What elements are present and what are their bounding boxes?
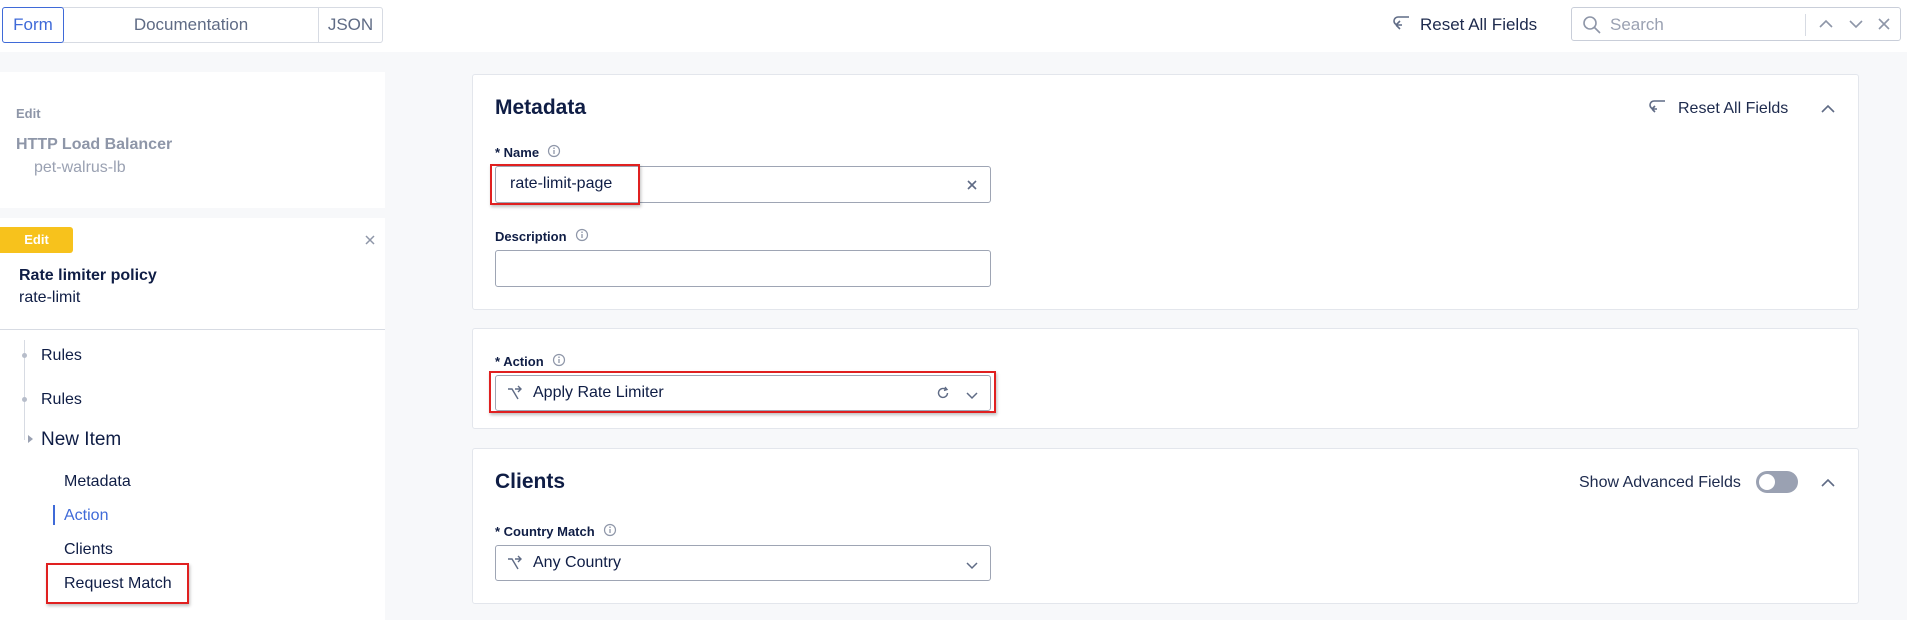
highlight-box bbox=[489, 371, 996, 413]
reset-icon bbox=[1392, 14, 1412, 37]
metadata-title: Metadata bbox=[495, 96, 587, 119]
description-label-text: Description bbox=[495, 229, 567, 244]
policy-title: Rate limiter policy bbox=[19, 267, 157, 284]
divider bbox=[0, 329, 385, 330]
action-label: * Action bbox=[495, 353, 566, 370]
view-tabs: Form Documentation JSON bbox=[2, 7, 383, 43]
name-label: * Name bbox=[495, 144, 561, 161]
reset-all-fields-label: Reset All Fields bbox=[1678, 99, 1789, 117]
search-box bbox=[1571, 7, 1901, 41]
reset-icon bbox=[1648, 97, 1668, 120]
chevron-up-icon[interactable] bbox=[1819, 100, 1837, 123]
active-indicator bbox=[53, 505, 55, 525]
action-label-text: * Action bbox=[495, 354, 544, 369]
tab-json[interactable]: JSON bbox=[319, 8, 382, 42]
tree-item-rules[interactable]: Rules bbox=[41, 391, 82, 409]
description-label: Description bbox=[495, 228, 589, 245]
reset-all-fields-button[interactable]: Reset All Fields bbox=[1648, 97, 1788, 120]
branch-icon bbox=[506, 555, 524, 578]
top-bar: Form Documentation JSON Reset All Fields bbox=[0, 0, 1907, 52]
lb-name: pet-walrus-lb bbox=[34, 159, 126, 176]
nav-item-clients[interactable]: Clients bbox=[64, 541, 113, 559]
lb-title[interactable]: HTTP Load Balancer bbox=[16, 136, 172, 154]
name-label-text: * Name bbox=[495, 145, 540, 160]
clear-icon[interactable] bbox=[966, 178, 978, 196]
tree-dot bbox=[22, 353, 27, 358]
edit-badge: Edit bbox=[0, 227, 73, 253]
policy-name: rate-limit bbox=[19, 289, 81, 306]
info-icon[interactable] bbox=[547, 144, 561, 161]
country-match-label: * Country Match bbox=[495, 523, 617, 540]
tree-item-new-item[interactable]: New Item bbox=[41, 429, 121, 451]
close-icon[interactable] bbox=[1875, 15, 1893, 38]
search-icon bbox=[1582, 15, 1602, 40]
close-icon[interactable] bbox=[364, 233, 376, 251]
info-icon[interactable] bbox=[552, 353, 566, 370]
tree-dot bbox=[22, 397, 27, 402]
lb-edit-label: Edit bbox=[16, 106, 41, 121]
country-match-value: Any Country bbox=[533, 554, 622, 571]
tab-documentation[interactable]: Documentation bbox=[64, 8, 319, 42]
tree-expand-icon bbox=[28, 435, 33, 443]
advanced-fields-toggle[interactable] bbox=[1756, 471, 1798, 493]
search-input[interactable] bbox=[1608, 12, 1762, 38]
description-field[interactable] bbox=[495, 250, 991, 287]
chevron-up-icon[interactable] bbox=[1817, 15, 1835, 38]
chevron-down-icon[interactable] bbox=[1847, 15, 1865, 38]
reset-all-fields-button[interactable]: Reset All Fields bbox=[1392, 12, 1537, 38]
highlight-box bbox=[490, 164, 640, 205]
tab-form[interactable]: Form bbox=[2, 7, 64, 43]
search-divider bbox=[1805, 14, 1806, 36]
nav-item-metadata[interactable]: Metadata bbox=[64, 473, 131, 491]
info-icon[interactable] bbox=[575, 228, 589, 245]
info-icon[interactable] bbox=[603, 523, 617, 540]
highlight-box bbox=[46, 563, 189, 604]
tree-item-rules[interactable]: Rules bbox=[41, 347, 82, 365]
chevron-up-icon[interactable] bbox=[1819, 474, 1837, 497]
advanced-fields-label: Show Advanced Fields bbox=[1579, 474, 1741, 491]
reset-all-fields-label: Reset All Fields bbox=[1420, 15, 1538, 34]
chevron-down-icon[interactable] bbox=[966, 558, 978, 576]
country-match-select[interactable]: Any Country bbox=[495, 545, 991, 581]
nav-item-action[interactable]: Action bbox=[64, 507, 108, 525]
toggle-knob bbox=[1759, 474, 1775, 490]
clients-title: Clients bbox=[495, 470, 566, 493]
country-match-label-text: * Country Match bbox=[495, 524, 595, 539]
